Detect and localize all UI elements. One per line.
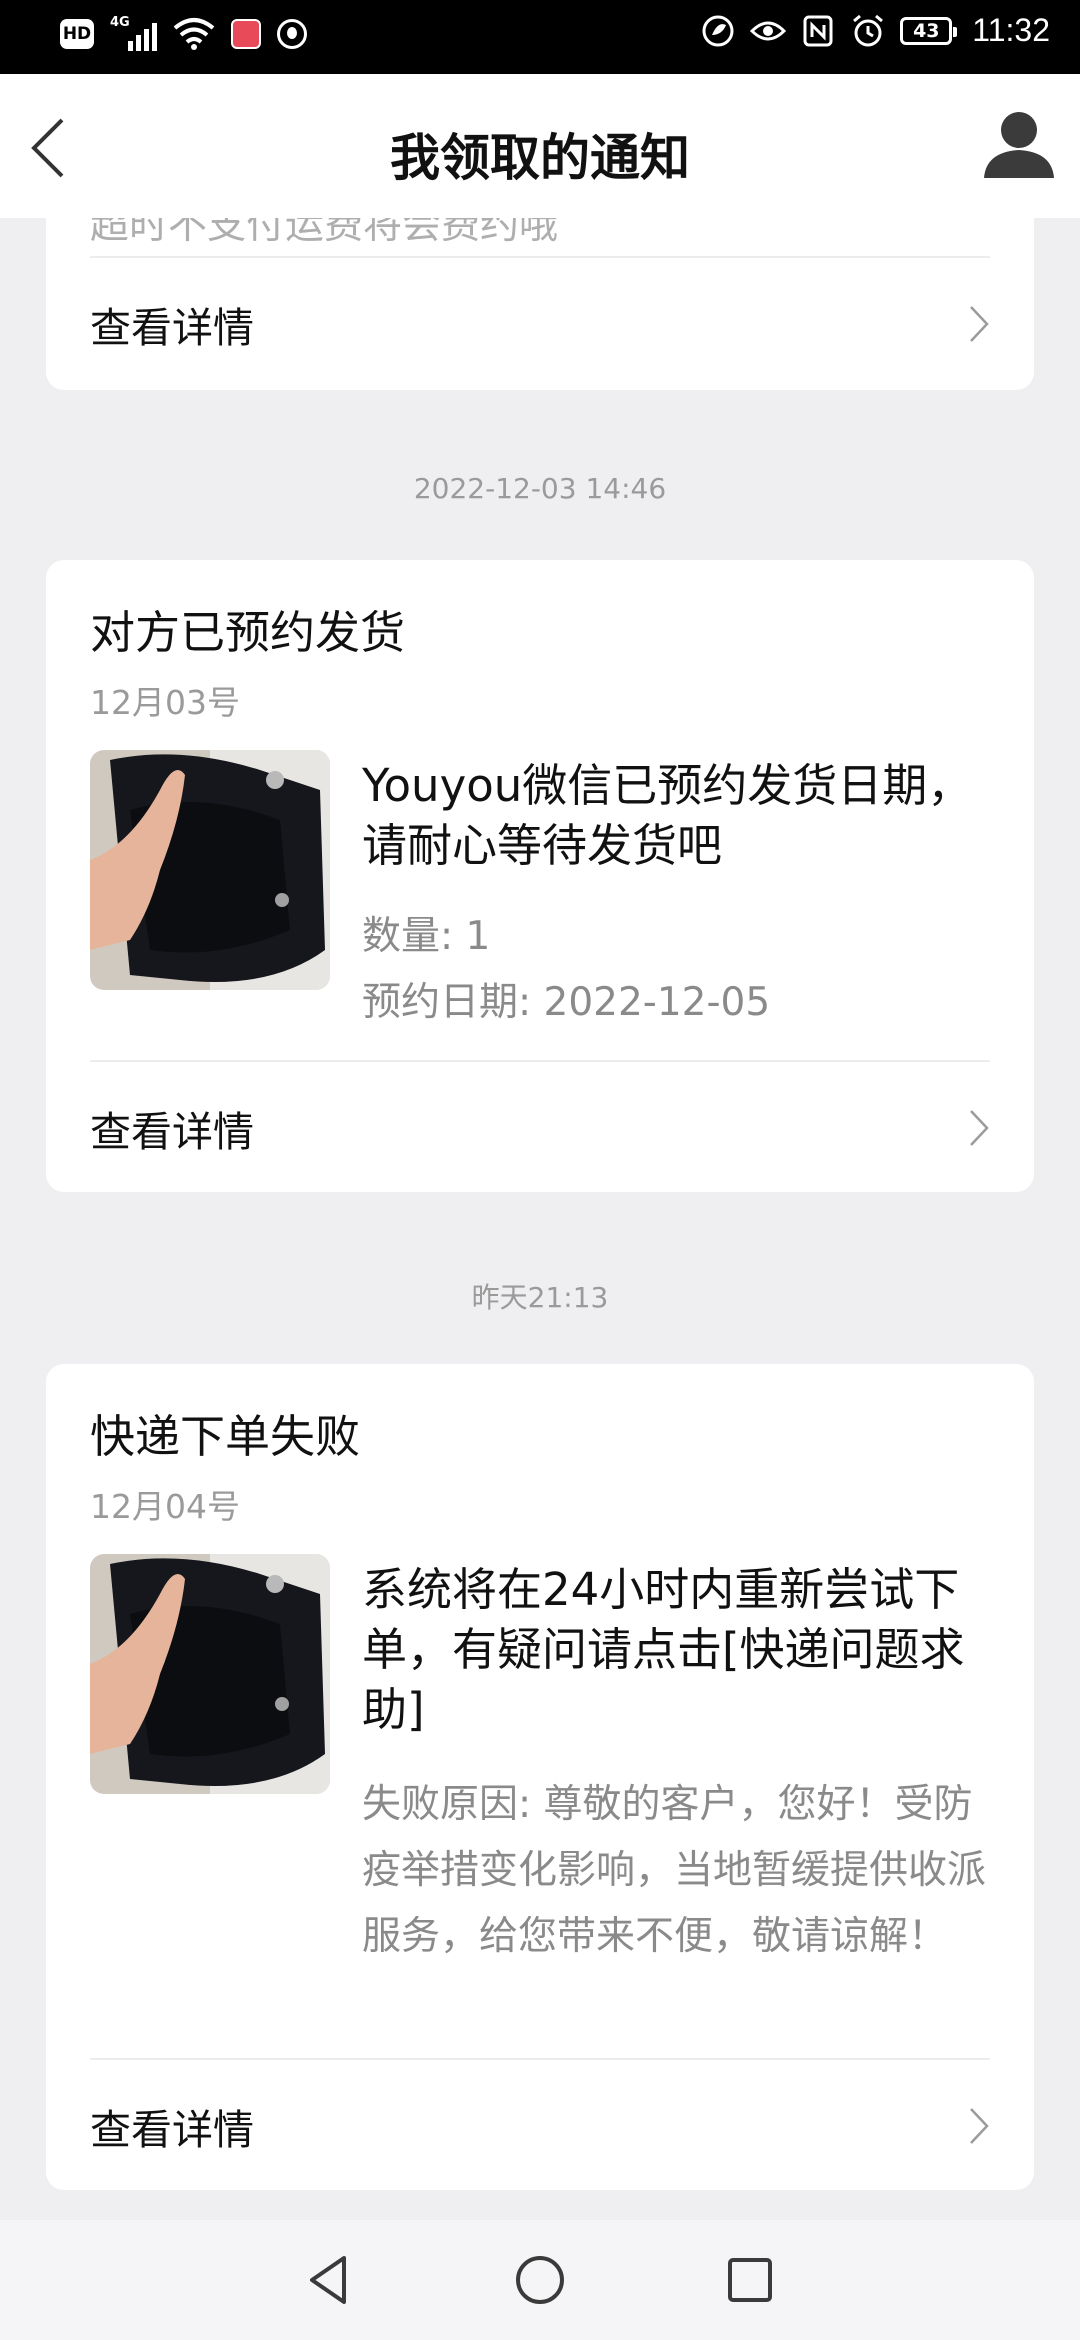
app-notification-icon <box>277 19 307 49</box>
view-details-link[interactable]: 查看详情 <box>90 1062 990 1194</box>
card-date: 12月03号 <box>90 683 240 722</box>
status-time: 11:32 <box>972 12 1050 48</box>
square-recent-icon[interactable] <box>720 2250 780 2310</box>
battery-level: 43 <box>913 19 940 42</box>
card-title: 对方已预约发货 <box>90 606 406 659</box>
notification-card: 快递下单失败 12月04号 系统将在24小时内重新尝试下单，有疑问请点击[快递问… <box>46 1364 1034 2190</box>
nfc-icon <box>803 15 833 46</box>
hd-icon: HD <box>60 19 94 49</box>
page-title: 我领取的通知 <box>390 129 690 187</box>
view-details-link[interactable]: 查看详情 <box>90 2060 990 2192</box>
chevron-right-icon <box>970 2108 989 2144</box>
eye-comfort-icon <box>750 21 787 40</box>
card-title: 快递下单失败 <box>90 1410 361 1463</box>
notification-list[interactable]: 超时不支付运费将会费约哦 查看详情 2022-12-03 14:46 对方已预约… <box>0 0 1080 2220</box>
view-details-label: 查看详情 <box>90 1108 254 1156</box>
card-date: 12月04号 <box>90 1487 240 1526</box>
alarm-icon <box>853 14 884 46</box>
app-notification-icon <box>231 19 261 49</box>
triangle-back-icon[interactable] <box>300 2250 360 2310</box>
message-timestamp: 昨天21:13 <box>471 1281 609 1314</box>
user-avatar-icon <box>984 112 1054 178</box>
card-reserve-date: 预约日期: 2022-12-05 <box>362 980 771 1025</box>
wifi-icon <box>173 18 215 50</box>
card-message: Youyou微信已预约发货日期，请耐心等待发货吧 <box>362 759 973 872</box>
view-details-label: 查看详情 <box>90 304 254 352</box>
card-failure-reason: 失败原因: 尊敬的客户，您好！受防疫举措变化影响，当地暂缓提供收派服务，给您带来… <box>362 1782 987 1959</box>
network-type: 4G <box>110 15 130 30</box>
cellular-signal-icon: 4G <box>110 15 157 51</box>
circle-home-icon[interactable] <box>510 2250 570 2310</box>
message-timestamp: 2022-12-03 14:46 <box>413 472 667 505</box>
app-header: 我领取的通知 <box>0 74 1080 218</box>
battery-icon: 43 <box>900 16 958 45</box>
eco-mode-icon <box>702 15 734 46</box>
product-thumbnail[interactable] <box>90 1554 330 1794</box>
profile-button[interactable] <box>978 104 1060 186</box>
status-bar: HD 4G 43 11:32 <box>0 0 1080 74</box>
card-message: 系统将在24小时内重新尝试下单，有疑问请点击[快递问题求助] <box>362 1563 965 1736</box>
card-quantity: 数量: 1 <box>362 914 491 959</box>
chevron-right-icon <box>970 306 989 342</box>
notification-card: 对方已预约发货 12月03号 Youyou微信已预约发货日期，请耐心等待发货吧 … <box>46 560 1034 1192</box>
system-nav-bar <box>0 2220 1080 2340</box>
view-details-link[interactable]: 查看详情 <box>90 258 990 390</box>
chevron-right-icon <box>970 1110 989 1146</box>
product-thumbnail[interactable] <box>90 750 330 990</box>
view-details-label: 查看详情 <box>90 2106 254 2154</box>
